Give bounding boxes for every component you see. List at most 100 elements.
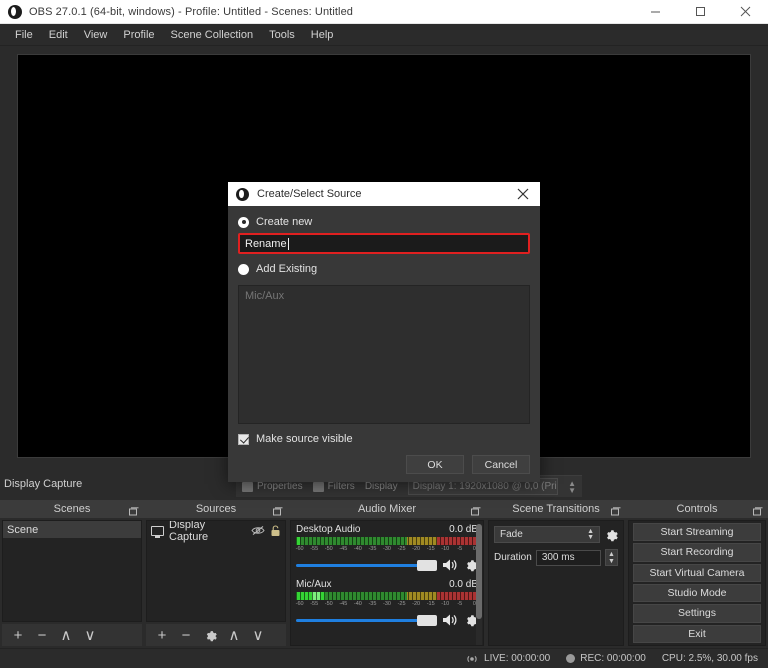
menu-item-view[interactable]: View [76, 26, 116, 44]
create-new-label: Create new [256, 216, 313, 228]
source-name-input[interactable]: Rename [238, 233, 530, 254]
move-source-up-button[interactable]: ∧ [223, 626, 245, 645]
channel-controls [296, 558, 478, 572]
scale-tick: -5 [457, 601, 463, 607]
filters-button[interactable]: Filters [312, 481, 355, 492]
meter-scale: -60 -55 -50 -45 -40 -35 -30 -25 -20 -15 … [296, 601, 478, 610]
start-virtual-camera-button[interactable]: Start Virtual Camera [633, 563, 761, 582]
undock-icon[interactable] [753, 504, 763, 516]
scale-tick: -60 [295, 601, 304, 607]
create-new-radio-row[interactable]: Create new [238, 216, 530, 228]
scale-tick: -45 [339, 601, 348, 607]
eye-closed-icon[interactable] [251, 525, 265, 536]
speaker-icon[interactable] [442, 558, 459, 572]
slider-track [296, 563, 437, 567]
display-select-spinner[interactable]: ▲ ▼ [568, 479, 576, 494]
make-source-visible-checkbox[interactable] [238, 433, 249, 445]
remove-scene-button[interactable]: − [31, 626, 53, 645]
scale-tick: -5 [457, 546, 463, 552]
scenes-list[interactable]: Scene [2, 520, 142, 622]
make-visible-row[interactable]: Make source visible [238, 433, 530, 445]
channel-header: Mic/Aux 0.0 dB [296, 579, 478, 590]
studio-mode-button[interactable]: Studio Mode [633, 583, 761, 603]
transition-properties-gear-icon[interactable] [604, 528, 618, 542]
slider-knob[interactable] [417, 559, 437, 571]
meter-scale: -60 -55 -50 -45 -40 -35 -30 -25 -20 -15 … [296, 546, 478, 555]
start-recording-button[interactable]: Start Recording [633, 543, 761, 562]
mixer-scrollbar[interactable] [476, 524, 482, 645]
existing-sources-list[interactable]: Mic/Aux [238, 285, 530, 424]
minimize-icon[interactable] [633, 0, 678, 24]
dock-container: Scenes Scene + − ∧ ∨ Sources Display Cap… [0, 500, 768, 648]
menu-item-profile[interactable]: Profile [115, 26, 162, 44]
undock-icon[interactable] [471, 504, 481, 516]
move-scene-up-button[interactable]: ∧ [55, 626, 77, 645]
menu-item-scene-collection[interactable]: Scene Collection [163, 26, 262, 44]
display-select-value: Display 1: 1920x1080 @ 0,0 (Prima [412, 481, 559, 492]
scale-tick: -50 [324, 601, 333, 607]
menu-item-file[interactable]: File [7, 26, 41, 44]
menu-item-tools[interactable]: Tools [261, 26, 303, 44]
ok-button[interactable]: OK [406, 455, 464, 474]
add-scene-button[interactable]: + [7, 626, 29, 645]
existing-source-item[interactable]: Mic/Aux [245, 290, 523, 302]
scenes-dock: Scenes Scene + − ∧ ∨ [0, 500, 144, 648]
add-source-button[interactable]: + [151, 626, 173, 645]
volume-slider[interactable] [296, 614, 437, 627]
title-bar: OBS 27.0.1 (64-bit, windows) - Profile: … [0, 0, 768, 24]
add-existing-radio-row[interactable]: Add Existing [238, 263, 530, 275]
undock-icon[interactable] [611, 504, 621, 516]
source-name-value: Rename [245, 237, 287, 250]
undock-icon[interactable] [129, 504, 139, 516]
transition-select[interactable]: Fade ▲ ▼ [494, 526, 600, 543]
slider-knob[interactable] [417, 614, 437, 626]
dialog-title-bar: Create/Select Source [228, 182, 540, 206]
settings-button[interactable]: Settings [633, 604, 761, 623]
scale-tick: -40 [353, 601, 362, 607]
scenes-dock-footer: + − ∧ ∨ [2, 624, 142, 646]
remove-source-button[interactable]: − [175, 626, 197, 645]
source-properties-button[interactable] [199, 626, 221, 645]
create-new-radio[interactable] [238, 216, 249, 228]
duration-input[interactable]: 300 ms [535, 549, 601, 566]
unlocked-icon[interactable] [270, 524, 281, 537]
exit-button[interactable]: Exit [633, 624, 761, 643]
volume-slider[interactable] [296, 559, 437, 572]
scale-tick: -10 [441, 601, 450, 607]
scenes-dock-title: Scenes [53, 503, 91, 515]
source-list-item[interactable]: Display Capture [147, 521, 285, 543]
close-icon[interactable] [723, 0, 768, 24]
menu-item-edit[interactable]: Edit [41, 26, 76, 44]
menu-bar: File Edit View Profile Scene Collection … [0, 24, 768, 46]
scale-tick: -25 [397, 601, 406, 607]
obs-main-window: OBS 27.0.1 (64-bit, windows) - Profile: … [0, 0, 768, 668]
undock-icon[interactable] [273, 504, 283, 516]
scene-list-item[interactable]: Scene [3, 521, 141, 538]
duration-stepper[interactable]: ▲ ▼ [605, 549, 618, 566]
sources-dock-title: Sources [195, 503, 237, 515]
cancel-button[interactable]: Cancel [472, 455, 530, 474]
live-timer: LIVE: 00:00:00 [484, 653, 551, 664]
maximize-icon[interactable] [678, 0, 723, 24]
scale-tick: -25 [397, 546, 406, 552]
duration-label: Duration [494, 552, 532, 563]
start-streaming-button[interactable]: Start Streaming [633, 523, 761, 542]
make-source-visible-label: Make source visible [256, 433, 353, 445]
scale-tick: -55 [310, 601, 319, 607]
move-scene-down-button[interactable]: ∨ [79, 626, 101, 645]
sources-dock-header: Sources [144, 500, 288, 518]
add-existing-radio[interactable] [238, 263, 249, 275]
close-icon[interactable] [506, 182, 540, 206]
properties-label: Properties [257, 481, 303, 492]
menu-item-help[interactable]: Help [303, 26, 342, 44]
speaker-icon[interactable] [442, 613, 459, 627]
mixer-channels: Desktop Audio 0.0 dB -60 -55 -50 -45 -40 [290, 520, 484, 646]
move-source-down-button[interactable]: ∨ [247, 626, 269, 645]
channel-meter [296, 592, 478, 600]
dialog-buttons: OK Cancel [238, 455, 530, 474]
filters-icon [312, 481, 324, 492]
mixer-dock-title: Audio Mixer [357, 503, 417, 515]
filters-label: Filters [327, 481, 355, 492]
sources-list[interactable]: Display Capture [146, 520, 286, 622]
properties-button[interactable]: Properties [242, 481, 303, 492]
